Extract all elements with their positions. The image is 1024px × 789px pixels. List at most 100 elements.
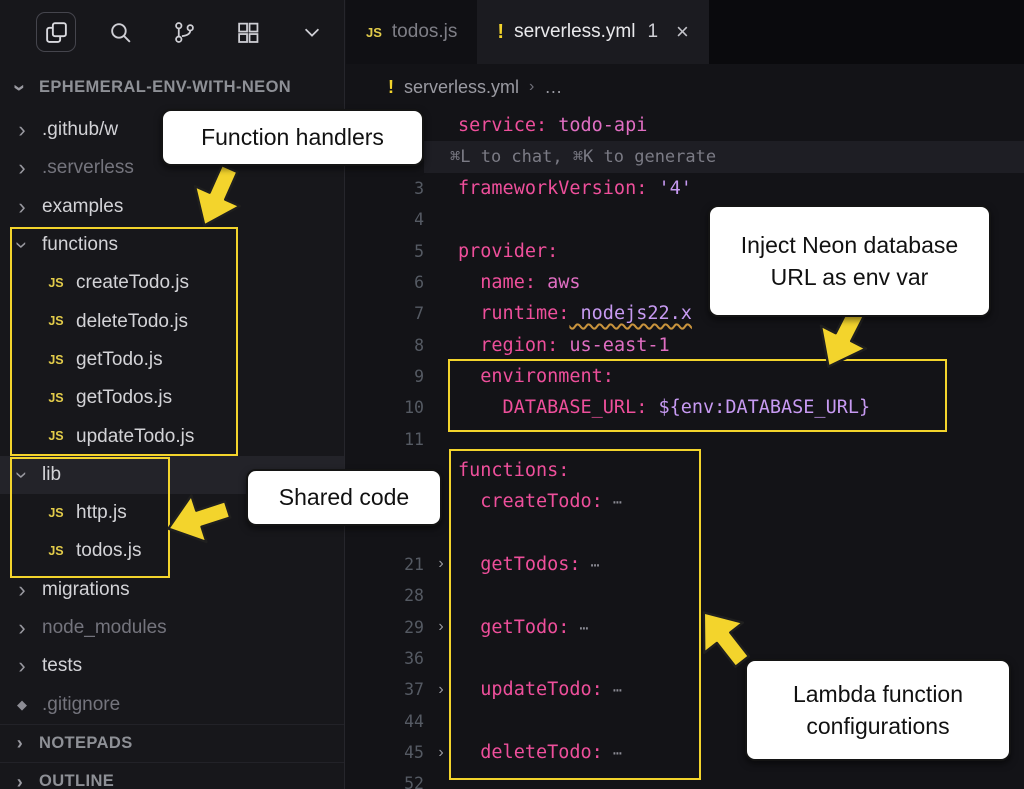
code-token: createTodo: xyxy=(458,491,603,512)
chevron-down-icon[interactable] xyxy=(292,12,332,52)
chevron-down-icon: › xyxy=(9,78,31,98)
tree-item-label: http.js xyxy=(76,502,127,524)
chevron-right-icon: › xyxy=(12,655,32,677)
code-line[interactable]: 10 DATABASE_URL: ${env:DATABASE_URL} xyxy=(346,392,1024,423)
code-token: '4' xyxy=(647,178,692,199)
tree-item-label: getTodos.js xyxy=(76,387,172,409)
tab-serverless-yml[interactable]: ! serverless.yml 1 × xyxy=(477,0,709,64)
tree-item-migrations[interactable]: ›migrations xyxy=(0,571,344,609)
code-text: functions: xyxy=(458,460,569,481)
code-token: service: xyxy=(458,115,547,136)
line-number: 21 xyxy=(346,555,424,574)
tab-label: serverless.yml xyxy=(514,21,635,43)
tree-item-label: examples xyxy=(42,196,123,218)
chevron-right-icon: › xyxy=(12,617,32,639)
code-text: createTodo: ⋯ xyxy=(458,491,623,512)
code-line[interactable]: 21› getTodos: ⋯ xyxy=(346,549,1024,580)
code-line[interactable]: 52 xyxy=(346,768,1024,789)
code-token: ⋯ xyxy=(581,556,601,574)
sidebar-section-notepads[interactable]: ›NOTEPADS xyxy=(0,724,344,762)
code-text: region: us-east-1 xyxy=(458,335,670,356)
tree-item-tests[interactable]: › tests xyxy=(0,647,344,685)
code-token: aws xyxy=(536,272,581,293)
sidebar-section-outline[interactable]: › OUTLINE xyxy=(0,762,344,789)
tree-item-node-modules[interactable]: › node_modules xyxy=(0,609,344,647)
ai-hint-line[interactable]: ⌘L to chat, ⌘K to generate xyxy=(346,141,1024,172)
tree-item-deletetodo-js[interactable]: JSdeleteTodo.js xyxy=(0,302,344,340)
sidebar-sections: ›NOTEPADS › OUTLINE xyxy=(0,724,344,789)
section-label: NOTEPADS xyxy=(39,734,133,753)
callout-shared-code: Shared code xyxy=(246,469,442,526)
diamond-icon: ◆ xyxy=(12,698,32,711)
code-token: functions: xyxy=(458,460,569,481)
line-number: 5 xyxy=(346,242,424,261)
tab-todos-js[interactable]: JS todos.js xyxy=(346,0,477,64)
code-token: nodejs22.x xyxy=(569,303,692,324)
js-file-icon: JS xyxy=(46,507,66,520)
code-text: getTodos: ⋯ xyxy=(458,554,601,575)
code-line[interactable] xyxy=(346,517,1024,548)
fold-chevron-icon[interactable]: › xyxy=(424,618,458,636)
tree-item-gettodos-js[interactable]: JS getTodos.js xyxy=(0,379,344,417)
code-line[interactable]: functions: xyxy=(346,455,1024,486)
code-line[interactable]: 3frameworkVersion: '4' xyxy=(346,173,1024,204)
warning-icon: ! xyxy=(497,21,504,44)
code-line[interactable]: 11 xyxy=(346,423,1024,454)
tree-item-updatetodo-js[interactable]: JSupdateTodo.js xyxy=(0,417,344,455)
code-token: ⋯ xyxy=(603,744,623,762)
warning-icon: ! xyxy=(388,77,394,98)
tree-item-gettodo-js[interactable]: JSgetTodo.js xyxy=(0,341,344,379)
callout-function-handlers: Function handlers xyxy=(161,109,424,166)
tree-item-label: .serverless xyxy=(42,157,134,179)
tree-item-createtodo-js[interactable]: JScreateTodo.js xyxy=(0,264,344,302)
code-text: provider: xyxy=(458,241,558,262)
code-token: environment: xyxy=(458,366,614,387)
code-text: frameworkVersion: '4' xyxy=(458,178,692,199)
js-file-icon: JS xyxy=(46,430,66,443)
breadcrumb[interactable]: ! serverless.yml › … xyxy=(346,64,1024,110)
line-number: 52 xyxy=(346,774,424,789)
search-icon[interactable] xyxy=(100,12,140,52)
tree-item--gitignore[interactable]: ◆.gitignore xyxy=(0,685,344,723)
code-token: region: xyxy=(458,335,558,356)
js-file-icon: JS xyxy=(46,315,66,328)
code-token: ⋯ xyxy=(569,619,589,637)
chevron-right-icon: › xyxy=(12,196,32,218)
code-text: name: aws xyxy=(458,272,581,293)
line-number: 37 xyxy=(346,680,424,699)
code-text: getTodo: ⋯ xyxy=(458,617,589,638)
extensions-icon[interactable] xyxy=(228,12,268,52)
chevron-down-icon: › xyxy=(11,465,33,485)
code-text: updateTodo: ⋯ xyxy=(458,679,623,700)
code-line[interactable]: 8 region: us-east-1 xyxy=(346,329,1024,360)
workspace-header[interactable]: › EPHEMERAL-ENV-WITH-NEON xyxy=(0,64,344,111)
files-icon[interactable] xyxy=(36,12,76,52)
fold-chevron-icon[interactable]: › xyxy=(424,681,458,699)
code-token: getTodos: xyxy=(458,554,581,575)
line-number: 36 xyxy=(346,649,424,668)
code-line[interactable]: 9 environment: xyxy=(346,361,1024,392)
tree-item-label: node_modules xyxy=(42,617,167,639)
section-label: OUTLINE xyxy=(39,772,114,789)
line-number: 45 xyxy=(346,743,424,762)
code-token: us-east-1 xyxy=(558,335,669,356)
tree-item-functions[interactable]: ›functions xyxy=(0,226,344,264)
fold-chevron-icon[interactable]: › xyxy=(424,744,458,762)
code-line[interactable]: service: todo-api xyxy=(346,110,1024,141)
fold-chevron-icon[interactable]: › xyxy=(424,555,458,573)
chevron-right-icon: › xyxy=(10,773,30,789)
code-text: deleteTodo: ⋯ xyxy=(458,742,623,763)
line-number: 9 xyxy=(346,367,424,386)
code-token: provider: xyxy=(458,241,558,262)
callout-inject-neon: Inject Neon database URL as env var xyxy=(708,205,991,317)
source-control-icon[interactable] xyxy=(164,12,204,52)
tab-label: todos.js xyxy=(392,21,457,43)
close-icon[interactable]: × xyxy=(676,19,689,45)
tree-item-examples[interactable]: › examples xyxy=(0,188,344,226)
code-line[interactable]: 28 xyxy=(346,580,1024,611)
js-file-icon: JS xyxy=(46,392,66,405)
tree-item-label: createTodo.js xyxy=(76,272,189,294)
code-line[interactable]: createTodo: ⋯ xyxy=(346,486,1024,517)
chevron-right-icon: › xyxy=(12,579,32,601)
tree-item-label: tests xyxy=(42,655,82,677)
